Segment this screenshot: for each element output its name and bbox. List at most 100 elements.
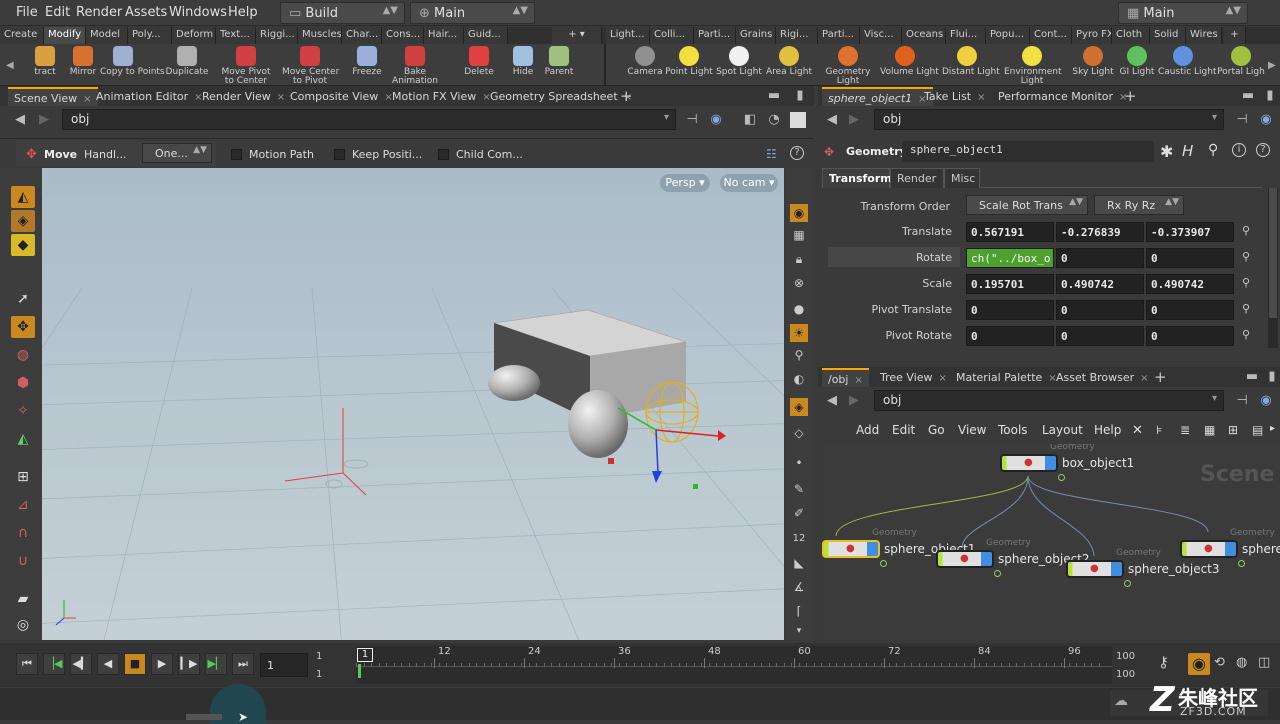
magnet-icon[interactable]: ∪: [11, 550, 35, 572]
param-tab-2[interactable]: Misc: [944, 168, 980, 188]
shelf-tab-7[interactable]: Muscles: [298, 27, 342, 44]
node-1[interactable]: ●: [822, 540, 880, 558]
measure-icon[interactable]: ∡: [790, 578, 808, 596]
network-menu-2[interactable]: Go: [928, 423, 945, 437]
point-mode-icon[interactable]: ◈: [11, 210, 35, 232]
pin-icon[interactable]: ⊣: [1234, 112, 1250, 128]
menu-assets[interactable]: Assets: [125, 5, 167, 20]
gear-icon[interactable]: ✱: [1160, 142, 1173, 161]
shelf-tool-4[interactable]: Move Pivot to Center: [218, 46, 274, 86]
network-menu-3[interactable]: View: [958, 423, 986, 437]
scale-icon[interactable]: ⬢: [11, 372, 35, 394]
shelf-tool-7[interactable]: Bake Animation: [392, 46, 438, 86]
pane-tab-0[interactable]: sphere_object1 ×: [822, 87, 933, 106]
shelf-tab-3[interactable]: Poly...: [128, 27, 172, 44]
sticky-icon[interactable]: ▤: [1252, 423, 1263, 437]
param-field-0-1[interactable]: -0.276839: [1056, 222, 1144, 242]
shelf-tab-4[interactable]: Deform: [172, 27, 216, 44]
menu-windows[interactable]: Windows: [169, 5, 227, 20]
camera-menu[interactable]: No cam ▾: [720, 174, 778, 192]
channel-icon[interactable]: ⚲: [1242, 224, 1250, 237]
headlight-icon[interactable]: ☀: [790, 324, 808, 342]
menu-render[interactable]: Render: [76, 5, 122, 20]
tree-icon[interactable]: ⊧: [1156, 423, 1162, 437]
link-icon[interactable]: ◉: [1258, 393, 1274, 409]
shelf-tab-right-14[interactable]: Wires: [1186, 27, 1222, 44]
snap-grid-icon[interactable]: ⊞: [11, 466, 35, 488]
paint-icon[interactable]: ▰: [11, 588, 35, 610]
back-arrow-icon[interactable]: ◀: [12, 112, 28, 128]
shelf-tool-5[interactable]: Move Center to Pivot: [282, 46, 339, 86]
jump-start-icon[interactable]: ⏮: [16, 653, 38, 675]
node-3[interactable]: ●: [1066, 560, 1124, 578]
scene-viewport[interactable]: Persp ▾ No cam ▾: [42, 168, 784, 640]
forward-arrow-icon[interactable]: ▶: [846, 393, 862, 409]
shelf-add-tab[interactable]: + ▾: [552, 27, 602, 44]
lock-icon[interactable]: 🔒︎: [790, 250, 808, 268]
audio-icon[interactable]: ◍: [1236, 655, 1247, 670]
shelf-tool-2[interactable]: Copy to Points: [100, 46, 165, 77]
shelf-tool-right-11[interactable]: Portal Ligh: [1216, 46, 1266, 77]
shelf-tool-right-1[interactable]: Point Light: [664, 46, 714, 77]
channel-icon[interactable]: ⚲: [1242, 302, 1250, 315]
persp-menu[interactable]: Persp ▾: [660, 174, 710, 192]
shelf-tool-right-7[interactable]: Environment Light: [1004, 46, 1061, 86]
right-context-dropdown[interactable]: ▦ Main ▲▼: [1118, 2, 1248, 24]
pane-tab-3[interactable]: Composite View ×: [284, 87, 399, 106]
pencil-icon[interactable]: ✎: [790, 480, 808, 498]
shelf-tab-1[interactable]: Modify: [44, 27, 86, 44]
pane-tab-3[interactable]: Asset Browser ×: [1050, 368, 1155, 387]
hscript-icon[interactable]: H: [1182, 142, 1193, 160]
count-icon[interactable]: 12: [790, 530, 808, 548]
playhead[interactable]: 1: [357, 648, 373, 662]
search-icon[interactable]: ⚲: [1208, 142, 1218, 158]
shelf-tool-6[interactable]: Freeze: [344, 46, 390, 77]
shelf-tab-6[interactable]: Riggi...: [256, 27, 298, 44]
shelf-tab-right-8[interactable]: Flui...: [946, 27, 986, 44]
shelf-tool-8[interactable]: Delete: [456, 46, 502, 77]
chevron-down-icon[interactable]: ▾: [790, 622, 808, 640]
node-name-field[interactable]: sphere_object1: [902, 141, 1154, 162]
dot-icon[interactable]: •: [790, 454, 808, 472]
bulb-icon[interactable]: ⚲: [790, 346, 808, 364]
loop-icon[interactable]: ⟲: [1214, 655, 1225, 670]
display-icon[interactable]: ◉: [790, 204, 808, 222]
pane-menu-icon[interactable]: ▮: [792, 88, 808, 104]
brush-icon[interactable]: ◇: [790, 424, 808, 442]
network-menu-5[interactable]: Layout: [1042, 423, 1083, 437]
shelf-tab-right-10[interactable]: Cont...: [1030, 27, 1072, 44]
snap-point-icon[interactable]: ∩: [11, 522, 35, 544]
network-menu-4[interactable]: Tools: [998, 423, 1028, 437]
shelf-tab-10[interactable]: Hair...: [424, 27, 464, 44]
pane-menu-icon[interactable]: ▮: [1262, 88, 1278, 104]
shelf-tool-right-0[interactable]: Camera: [620, 46, 670, 77]
pane-tab-0[interactable]: /obj ×: [822, 368, 869, 387]
shading-icon[interactable]: ●: [790, 300, 808, 318]
shelf-tool-right-5[interactable]: Volume Light: [880, 46, 939, 77]
visibility-icon[interactable]: ◐: [790, 370, 808, 388]
select-mode-icon[interactable]: ◭: [11, 186, 35, 208]
global-settings-icon[interactable]: ◫: [1258, 655, 1270, 670]
transform-order-dropdown[interactable]: Scale Rot Trans ▲▼: [966, 195, 1088, 215]
shelf-tab-9[interactable]: Cons...: [382, 27, 424, 44]
handle-menu[interactable]: Handl...: [84, 148, 127, 161]
shelf-tab-right-3[interactable]: Grains: [736, 27, 776, 44]
shelf-tab-8[interactable]: Char...: [342, 27, 382, 44]
param-field-1-0[interactable]: ch("../box_o: [966, 248, 1054, 268]
param-tab-0[interactable]: Transform: [822, 168, 892, 188]
light-icon[interactable]: ◔: [766, 112, 782, 128]
keep-position-checkbox[interactable]: [334, 149, 345, 160]
pane-tab-2[interactable]: Render View ×: [196, 87, 291, 106]
shelf-tab-0[interactable]: Create: [0, 27, 44, 44]
transform-icon[interactable]: ✥: [11, 316, 35, 338]
maximize-icon[interactable]: ▬: [1244, 369, 1260, 385]
network-path-field[interactable]: obj ▾: [874, 390, 1224, 411]
render-region-icon[interactable]: ◎: [11, 614, 35, 636]
maximize-icon[interactable]: ▬: [1240, 88, 1256, 104]
shelf-tab-right-2[interactable]: Parti...: [694, 27, 736, 44]
shelf-tool-right-6[interactable]: Distant Light: [942, 46, 1000, 77]
node-4[interactable]: ●: [1180, 540, 1238, 558]
ghost-icon[interactable]: ◈: [790, 398, 808, 416]
pane-tab-5[interactable]: Geometry Spreadsheet ×: [484, 87, 638, 106]
list-icon[interactable]: ≣: [1180, 423, 1190, 437]
